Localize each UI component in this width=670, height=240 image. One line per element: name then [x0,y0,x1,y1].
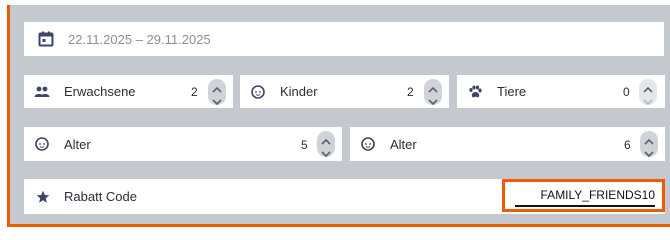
adults-stepper[interactable] [208,79,226,106]
date-range-field[interactable]: 22.11.2025 – 29.11.2025 [24,22,664,56]
children-stepper[interactable] [424,79,442,106]
baby-icon [34,136,50,152]
chevron-down-icon[interactable] [211,94,223,106]
pets-stepper[interactable] [639,79,657,106]
promo-code-input[interactable]: FAMILY_FRIENDS10 [515,185,655,207]
child-age-field-2[interactable]: Alter 6 [350,127,665,161]
booking-panel: 22.11.2025 – 29.11.2025 Erwachsene 2 Kin… [7,5,670,227]
adults-label: Erwachsene [64,84,136,99]
booking-form: 22.11.2025 – 29.11.2025 Erwachsene 2 Kin… [7,0,670,229]
chevron-down-icon [642,94,654,106]
baby-icon [250,84,266,100]
child-age-label-1: Alter [64,136,91,152]
chevron-down-icon[interactable] [320,146,332,158]
promo-code-input-highlight: FAMILY_FRIENDS10 [502,179,665,212]
pets-label: Tiere [497,84,527,99]
chevron-up-icon[interactable] [642,82,654,93]
children-field[interactable]: Kinder 2 [240,75,449,108]
chevron-up-icon[interactable] [643,134,655,145]
baby-icon [360,136,376,152]
children-label: Kinder [280,84,318,99]
child-age-value-2: 6 [624,138,631,152]
chevron-up-icon[interactable] [320,134,332,145]
star-icon [36,190,50,204]
child-age-stepper-1[interactable] [317,131,335,158]
chevron-down-icon[interactable] [427,94,439,106]
child-age-field-1[interactable]: Alter 5 [24,127,342,161]
chevron-down-icon[interactable] [643,146,655,158]
paw-icon [467,84,483,100]
child-age-stepper-2[interactable] [640,131,658,158]
child-age-value-1: 5 [301,138,308,152]
chevron-up-icon[interactable] [427,82,439,93]
chevron-up-icon[interactable] [211,82,223,93]
adults-count: 2 [191,85,198,99]
people-icon [34,86,50,98]
calendar-icon [38,31,54,47]
promo-code-label: Rabatt Code [64,189,137,204]
adults-field[interactable]: Erwachsene 2 [24,75,233,108]
child-age-label-2: Alter [390,136,417,152]
pets-field[interactable]: Tiere 0 [457,75,665,108]
date-range-value: 22.11.2025 – 29.11.2025 [68,31,211,47]
children-count: 2 [407,85,414,99]
pets-count: 0 [623,85,630,99]
